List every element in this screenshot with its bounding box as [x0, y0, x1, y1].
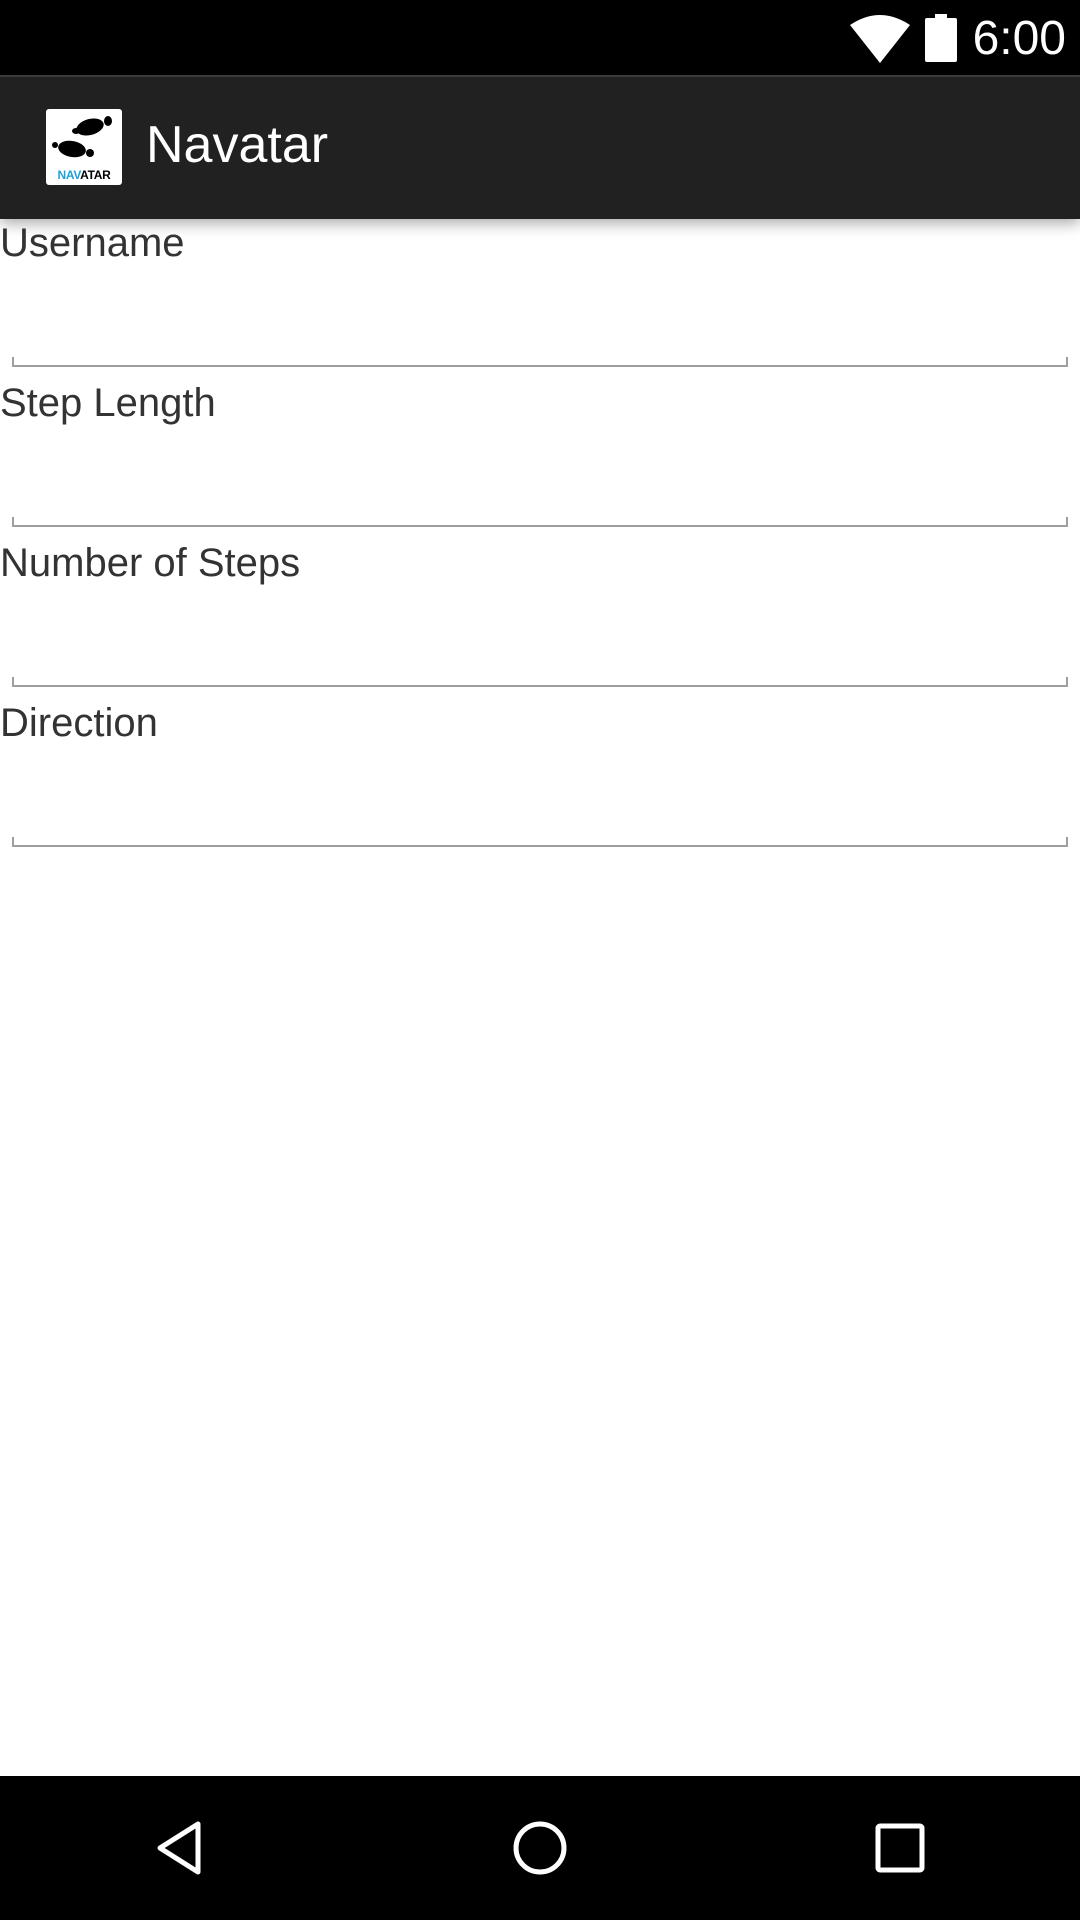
settings-form: Username Step Length Number of Steps Dir…: [0, 219, 1080, 859]
number-of-steps-field: Number of Steps: [0, 539, 1080, 699]
direction-label: Direction: [0, 701, 158, 745]
status-bar: 6:00: [0, 0, 1080, 75]
step-length-label: Step Length: [0, 381, 216, 425]
username-field: Username: [0, 219, 1080, 379]
app-logo: NAVATAR: [46, 109, 122, 185]
wifi-icon: [849, 15, 910, 63]
battery-icon: [924, 14, 957, 62]
direction-field: Direction: [0, 699, 1080, 859]
username-input[interactable]: [12, 273, 1068, 365]
back-button[interactable]: [140, 1808, 220, 1888]
status-time: 6:00: [972, 11, 1066, 65]
step-length-field: Step Length: [0, 379, 1080, 539]
status-icons: 6:00: [849, 8, 1066, 68]
app-title: Navatar: [146, 116, 329, 174]
number-of-steps-label: Number of Steps: [0, 541, 301, 585]
home-button[interactable]: [500, 1808, 580, 1888]
home-icon: [513, 1821, 567, 1875]
recents-button[interactable]: [860, 1808, 940, 1888]
action-bar: NAVATAR Navatar: [0, 75, 1080, 219]
step-length-input[interactable]: [12, 433, 1068, 525]
back-icon: [157, 1821, 201, 1875]
number-of-steps-input[interactable]: [12, 593, 1068, 685]
recents-icon: [875, 1823, 925, 1873]
direction-input[interactable]: [12, 753, 1068, 845]
username-label: Username: [0, 221, 185, 265]
navigation-bar: [0, 1776, 1080, 1920]
logo-wordmark: NAVATAR: [57, 168, 111, 182]
